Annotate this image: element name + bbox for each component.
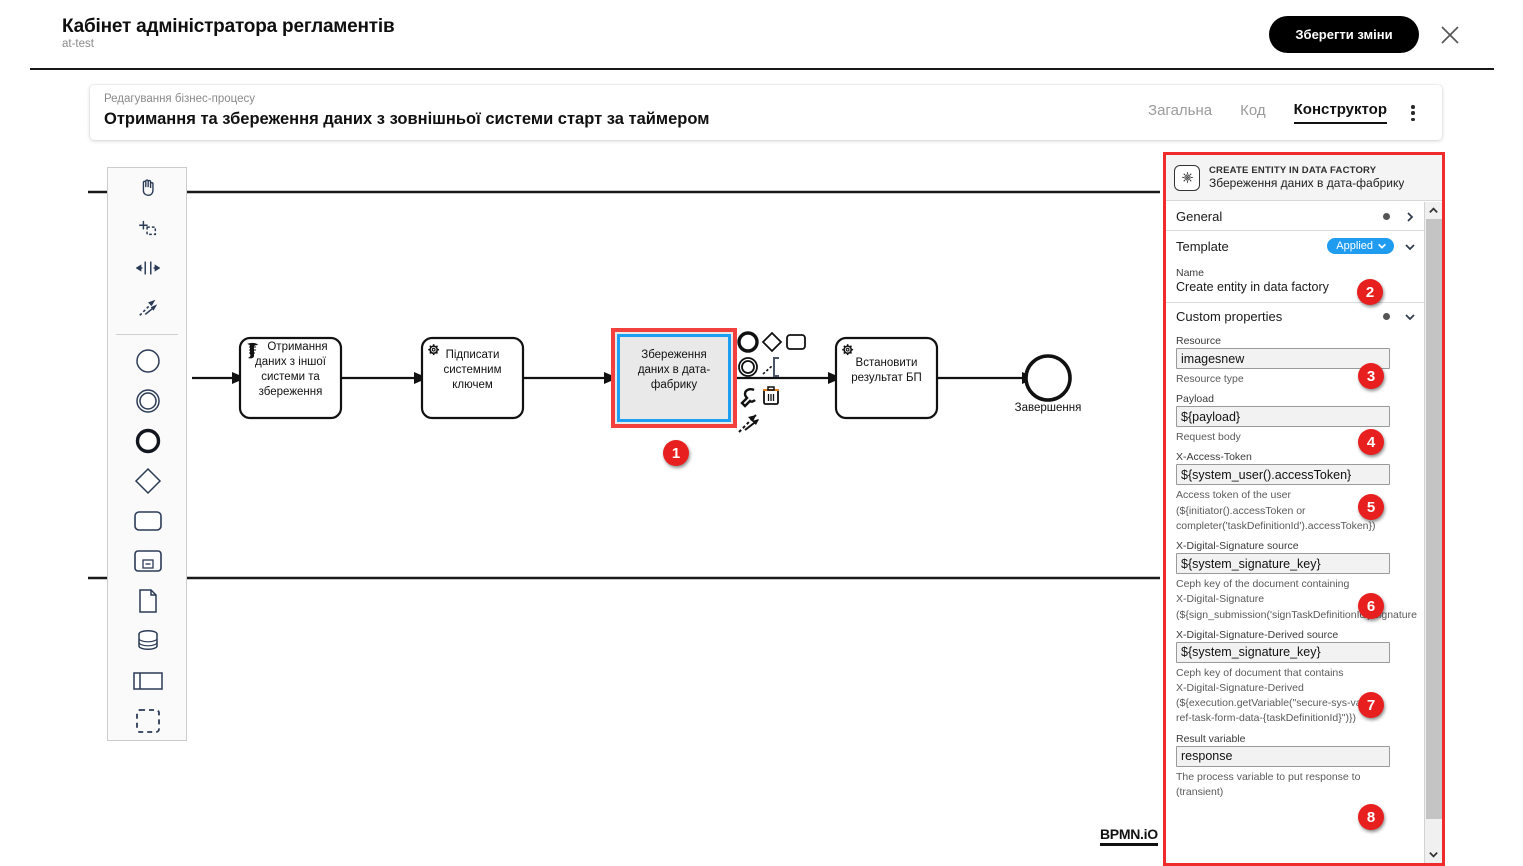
template-applied-text: Applied <box>1336 240 1373 252</box>
annotation-marker-7: 7 <box>1358 692 1384 718</box>
node-label-end-event: Завершення <box>1014 402 1082 414</box>
field-resource: Resource Resource type <box>1166 335 1424 387</box>
node-label-task2: Підписати системним ключем <box>443 349 502 391</box>
properties-panel: CREATE ENTITY IN DATA FACTORY Збереження… <box>1163 152 1445 866</box>
scroll-up-chevron-up-icon[interactable] <box>1425 202 1442 219</box>
annotation-marker-2: 2 <box>1357 279 1383 305</box>
properties-element-name: Збереження даних в дата-фабрику <box>1209 176 1405 191</box>
properties-body: General Template Applied Name Create ent… <box>1166 202 1442 863</box>
field-result-variable: Result variable The process variable to … <box>1166 733 1424 800</box>
x-access-token-label: X-Access-Token <box>1176 451 1252 464</box>
participant-icon[interactable] <box>108 661 188 701</box>
page-title: Отримання та збереження даних з зовнішнь… <box>104 110 710 128</box>
group-general-label: General <box>1176 208 1223 224</box>
x-digital-signature-derived-source-label: X-Digital-Signature-Derived source <box>1176 628 1339 641</box>
template-applied-badge[interactable]: Applied <box>1327 238 1394 254</box>
group-custom-properties[interactable]: Custom properties <box>1166 303 1424 329</box>
result-variable-input[interactable] <box>1176 745 1390 767</box>
x-digital-signature-source-input[interactable] <box>1176 553 1390 575</box>
result-variable-description: The process variable to put response to … <box>1176 770 1361 798</box>
resource-input[interactable] <box>1176 348 1390 369</box>
template-collapse-chevron-down-icon[interactable] <box>1404 240 1416 252</box>
properties-element-type: CREATE ENTITY IN DATA FACTORY <box>1209 164 1377 176</box>
task-icon[interactable] <box>108 501 188 541</box>
node-label-task4: Встановити результат БП <box>851 357 922 384</box>
save-changes-button[interactable]: Зберегти зміни <box>1269 16 1419 53</box>
app-title: Кабінет адміністратора регламентів <box>62 16 395 37</box>
group-custom-properties-dot <box>1383 312 1390 320</box>
breadcrumb: Редагування бізнес-процесу <box>104 93 255 105</box>
tab-kod[interactable]: Код <box>1240 102 1266 123</box>
template-label: Template <box>1176 238 1229 254</box>
properties-scrollbar[interactable] <box>1424 202 1442 863</box>
annotation-marker-6: 6 <box>1358 593 1384 619</box>
group-general-dot <box>1383 212 1390 220</box>
field-payload: Payload Request body <box>1166 393 1424 445</box>
field-x-access-token: X-Access-Token Access token of the user … <box>1166 451 1424 534</box>
node-label-task3: Збереження даних в дата-фабрику <box>637 349 711 391</box>
annotation-marker-8: 8 <box>1358 804 1384 830</box>
gear-box-icon <box>1174 164 1200 191</box>
x-digital-signature-derived-source-description: Ceph key of document that contains X-Dig… <box>1176 666 1369 725</box>
more-vertical-icon[interactable] <box>1404 103 1422 123</box>
data-store-icon[interactable] <box>108 621 188 661</box>
annotation-marker-4: 4 <box>1358 429 1384 455</box>
row-template[interactable]: Template Applied <box>1166 231 1424 261</box>
x-access-token-input[interactable] <box>1176 464 1390 486</box>
scroll-down-chevron-down-icon[interactable] <box>1425 846 1442 863</box>
group-custom-properties-chevron-down-icon[interactable] <box>1404 310 1416 322</box>
tab-zagalna[interactable]: Загальна <box>1148 102 1212 123</box>
start-event-icon[interactable] <box>108 341 188 381</box>
bpmn-palette <box>107 167 187 741</box>
bpmn-io-watermark[interactable]: BPMN.iO <box>1100 826 1158 846</box>
chevron-down-icon <box>1378 243 1386 249</box>
chevron-right-icon[interactable] <box>1404 210 1416 222</box>
palette-divider <box>116 334 178 335</box>
scrollbar-thumb[interactable] <box>1426 219 1442 819</box>
hand-tool-icon[interactable] <box>108 168 188 208</box>
field-template-name: Name Create entity in data factory <box>1166 267 1424 294</box>
space-tool-icon[interactable] <box>108 248 188 288</box>
annotation-marker-5: 5 <box>1358 494 1384 520</box>
editor-header-card: Редагування бізнес-процесу Отримання та … <box>90 85 1442 140</box>
field-x-digital-signature-derived-source: X-Digital-Signature-Derived source Ceph … <box>1166 629 1424 727</box>
x-digital-signature-derived-source-input[interactable] <box>1176 641 1390 663</box>
top-bar: Кабінет адміністратора регламентів at-te… <box>0 0 1523 70</box>
header-divider <box>30 68 1494 70</box>
annotation-marker-3: 3 <box>1358 363 1384 389</box>
intermediate-event-icon[interactable] <box>108 381 188 421</box>
tab-konstruktor[interactable]: Конструктор <box>1293 101 1387 124</box>
resource-label: Resource <box>1176 335 1221 347</box>
x-digital-signature-source-label: X-Digital-Signature source <box>1176 540 1299 553</box>
properties-scroll-area[interactable]: General Template Applied Name Create ent… <box>1166 202 1424 863</box>
template-name-label: Name <box>1176 267 1205 279</box>
end-event-icon[interactable] <box>108 421 188 461</box>
group-general[interactable]: General <box>1166 202 1424 231</box>
payload-input[interactable] <box>1176 406 1390 428</box>
properties-panel-header: CREATE ENTITY IN DATA FACTORY Збереження… <box>1166 155 1442 201</box>
lasso-tool-icon[interactable] <box>108 208 188 248</box>
context-pad <box>737 331 806 433</box>
field-x-digital-signature-source: X-Digital-Signature source Ceph key of t… <box>1166 540 1424 623</box>
node-label-task1: Отримання даних з іншої системи та збережен… <box>254 341 328 398</box>
result-variable-label: Result variable <box>1176 732 1246 745</box>
app-subtitle: at-test <box>62 38 94 50</box>
annotation-marker-1: 1 <box>663 440 689 466</box>
close-icon[interactable] <box>1438 23 1462 47</box>
editor-tabs: Загальна Код Конструктор <box>1148 85 1387 140</box>
group-icon[interactable] <box>108 701 188 741</box>
data-object-icon[interactable] <box>108 581 188 621</box>
gateway-icon[interactable] <box>108 461 188 501</box>
subprocess-icon[interactable] <box>108 541 188 581</box>
group-custom-properties-label: Custom properties <box>1176 308 1283 324</box>
app-root: Кабінет адміністратора регламентів at-te… <box>0 0 1523 866</box>
global-connect-tool-icon[interactable] <box>108 288 188 328</box>
payload-label: Payload <box>1176 393 1214 406</box>
